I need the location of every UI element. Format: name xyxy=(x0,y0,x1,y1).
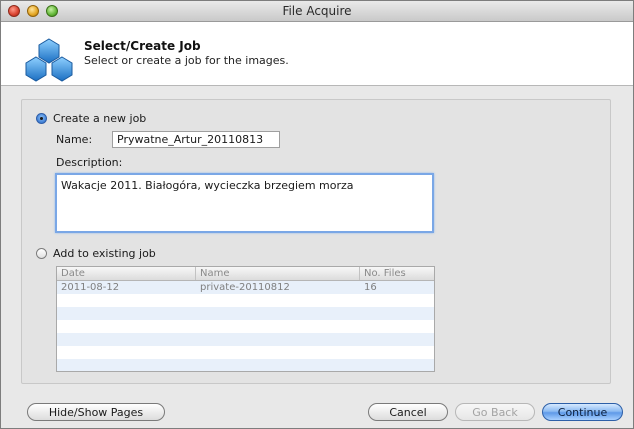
table-row[interactable] xyxy=(57,294,434,307)
job-name-field[interactable] xyxy=(112,131,280,148)
table-row[interactable] xyxy=(57,359,434,371)
cell-name xyxy=(196,333,360,346)
cell-date xyxy=(57,359,196,371)
cell-date: 2011-08-12 xyxy=(61,282,120,293)
cell-name xyxy=(196,320,360,333)
continue-button[interactable]: Continue xyxy=(542,403,623,421)
cell-no-files xyxy=(360,320,434,333)
cell-no-files xyxy=(360,359,434,371)
create-new-job-option[interactable]: Create a new job xyxy=(36,112,146,125)
page-subtitle: Select or create a job for the images. xyxy=(84,54,289,67)
window-title: File Acquire xyxy=(282,4,352,18)
page-header: Select/Create Job Select or create a job… xyxy=(1,22,633,86)
cell-no-files xyxy=(360,346,434,359)
table-row[interactable]: 2011-08-12 private-20110812 16 xyxy=(57,281,434,294)
table-body: 2011-08-12 private-20110812 16 xyxy=(57,281,434,371)
cell-name xyxy=(196,294,360,307)
table-row[interactable] xyxy=(57,346,434,359)
table-row[interactable] xyxy=(57,307,434,320)
job-name-label: Name: xyxy=(56,133,93,146)
job-panel: Create a new job Name: Description: Waka… xyxy=(21,99,611,384)
title-bar[interactable]: File Acquire xyxy=(1,1,633,22)
cell-date xyxy=(57,294,196,307)
cell-date xyxy=(57,346,196,359)
cell-name xyxy=(196,346,360,359)
column-header-name[interactable]: Name xyxy=(196,267,360,280)
cell-no-files xyxy=(360,294,434,307)
cell-no-files xyxy=(360,333,434,346)
add-to-existing-job-radio[interactable] xyxy=(36,248,47,259)
table-row[interactable] xyxy=(57,320,434,333)
existing-jobs-table[interactable]: Date Name No. Files 2011-08-12 private-2… xyxy=(56,266,435,372)
file-acquire-window: File Acquire Select/Create Job Select or… xyxy=(0,0,634,429)
cancel-button[interactable]: Cancel xyxy=(368,403,448,421)
cell-date xyxy=(57,307,196,320)
hide-show-pages-button[interactable]: Hide/Show Pages xyxy=(27,403,165,421)
table-header: Date Name No. Files xyxy=(57,267,434,281)
description-field[interactable]: Wakacje 2011. Białogóra, wycieczka brzeg… xyxy=(55,173,434,233)
page-title: Select/Create Job xyxy=(84,39,201,53)
create-new-job-radio[interactable] xyxy=(36,113,47,124)
cell-no-files: 16 xyxy=(364,282,377,293)
cell-name xyxy=(196,307,360,320)
column-header-no-files[interactable]: No. Files xyxy=(360,267,434,280)
cell-date xyxy=(57,320,196,333)
add-to-existing-job-option[interactable]: Add to existing job xyxy=(36,247,156,260)
description-label: Description: xyxy=(56,156,123,169)
table-row[interactable] xyxy=(57,333,434,346)
job-hexagons-icon xyxy=(25,38,73,82)
cell-no-files xyxy=(360,307,434,320)
cell-name: private-20110812 xyxy=(200,282,290,293)
column-header-date[interactable]: Date xyxy=(57,267,196,280)
cell-date xyxy=(57,333,196,346)
cell-name xyxy=(196,359,360,371)
create-new-job-label: Create a new job xyxy=(53,112,147,125)
go-back-button[interactable]: Go Back xyxy=(455,403,535,421)
add-to-existing-job-label: Add to existing job xyxy=(53,247,156,260)
